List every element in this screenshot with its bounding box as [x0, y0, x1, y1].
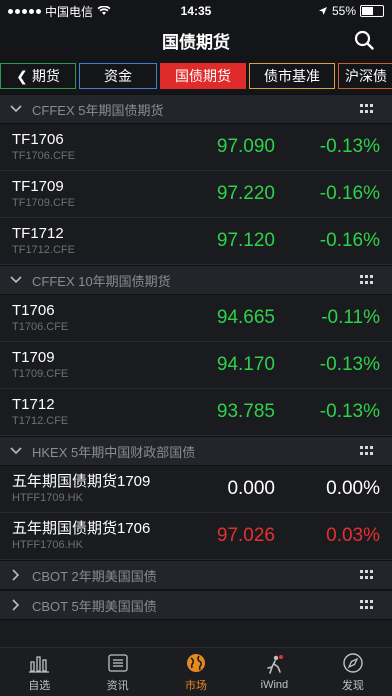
- quote-row[interactable]: T1706 T1706.CFE 94.665 -0.11%: [0, 295, 392, 342]
- section-header[interactable]: HKEX 5年期中国财政部国债: [0, 436, 392, 466]
- contract-code: TF1709.CFE: [12, 197, 75, 209]
- tabbar-item-iwind[interactable]: iWind: [235, 648, 313, 696]
- change-percent: -0.16%: [319, 230, 380, 251]
- contract-code: T1712.CFE: [12, 415, 69, 427]
- chevron-right-icon: [10, 599, 22, 611]
- contract-name: TF1712: [12, 225, 64, 242]
- quote-list: CFFEX 5年期国债期货 TF1706 TF1706.CFE 97.090 -0…: [0, 94, 392, 620]
- last-price: 0.000: [227, 478, 275, 499]
- tabbar-item-discover[interactable]: 发现: [314, 648, 392, 696]
- last-price: 94.170: [216, 354, 275, 375]
- quote-row[interactable]: T1712 T1712.CFE 93.785 -0.13%: [0, 389, 392, 436]
- battery-percent: 55%: [331, 4, 356, 18]
- last-price: 93.785: [216, 401, 275, 422]
- contract-code: T1706.CFE: [12, 321, 69, 333]
- nav-bar: 国债期货: [0, 22, 392, 58]
- section-header[interactable]: CBOT 2年期美国国债: [0, 560, 392, 590]
- change-percent: -0.13%: [319, 136, 380, 157]
- quote-row[interactable]: TF1706 TF1706.CFE 97.090 -0.13%: [0, 124, 392, 171]
- change-percent: -0.16%: [319, 183, 380, 204]
- quote-row[interactable]: TF1709 TF1709.CFE 97.220 -0.16%: [0, 171, 392, 218]
- contract-name: T1709: [12, 349, 55, 366]
- bottom-tab-bar: 自选 资讯 市场 iWind 发现: [0, 647, 392, 696]
- chevron-down-icon: [10, 445, 22, 457]
- section-title: HKEX 5年期中国财政部国债: [32, 444, 196, 460]
- section-title: CBOT 2年期美国国债: [32, 568, 157, 584]
- battery-icon: [360, 5, 384, 17]
- section-header[interactable]: CFFEX 5年期国债期货: [0, 94, 392, 124]
- contract-code: TF1706.CFE: [12, 150, 75, 162]
- quote-row[interactable]: 五年期国债期货1709 HTFF1709.HK 0.000 0.00%: [0, 466, 392, 513]
- grid-menu-icon[interactable]: [360, 275, 374, 285]
- grid-menu-icon[interactable]: [360, 446, 374, 456]
- section-header[interactable]: CFFEX 10年期国债期货: [0, 265, 392, 295]
- compass-icon: [343, 652, 363, 673]
- change-percent: -0.13%: [319, 401, 380, 422]
- quote-row[interactable]: 五年期国债期货1706 HTFF1706.HK 97.026 0.03%: [0, 513, 392, 560]
- contract-name: TF1709: [12, 178, 64, 195]
- change-percent: 0.03%: [326, 525, 380, 546]
- tab-treasury-futures[interactable]: 国债期货: [160, 63, 246, 89]
- chevron-left-icon: ❮: [16, 67, 28, 84]
- last-price: 97.090: [216, 136, 275, 157]
- contract-code: HTFF1709.HK: [12, 492, 83, 504]
- search-icon[interactable]: [354, 30, 374, 50]
- last-price: 94.665: [216, 307, 275, 328]
- chevron-down-icon: [10, 103, 22, 115]
- grid-menu-icon[interactable]: [360, 600, 374, 610]
- chart-bars-icon: [29, 655, 50, 673]
- section-title: CFFEX 10年期国债期货: [32, 273, 171, 289]
- tab-bond-benchmark[interactable]: 债市基准: [249, 63, 335, 89]
- news-list-icon: [107, 653, 128, 672]
- quote-row[interactable]: TF1712 TF1712.CFE 97.120 -0.16%: [0, 218, 392, 265]
- contract-code: T1709.CFE: [12, 368, 69, 380]
- change-percent: 0.00%: [326, 478, 380, 499]
- change-percent: -0.13%: [319, 354, 380, 375]
- contract-name: T1706: [12, 302, 55, 319]
- globe-icon: [187, 653, 206, 672]
- change-percent: -0.11%: [321, 307, 380, 328]
- tabbar-item-news[interactable]: 资讯: [78, 648, 156, 696]
- tabbar-item-market[interactable]: 市场: [157, 648, 235, 696]
- tab-funds[interactable]: 资金: [79, 63, 157, 89]
- contract-code: TF1712.CFE: [12, 244, 75, 256]
- contract-name: TF1706: [12, 131, 64, 148]
- section-title: CFFEX 5年期国债期货: [32, 102, 164, 118]
- quote-row[interactable]: T1709 T1709.CFE 94.170 -0.13%: [0, 342, 392, 389]
- last-price: 97.220: [216, 183, 275, 204]
- status-bar: 中国电信 14:35 55%: [0, 0, 392, 22]
- last-price: 97.120: [216, 230, 275, 251]
- chevron-right-icon: [10, 569, 22, 581]
- contract-name: 五年期国债期货1709: [12, 473, 151, 490]
- tabbar-item-watchlist[interactable]: 自选: [0, 648, 78, 696]
- tab-shanghai-shenzhen-bond[interactable]: 沪深债: [338, 63, 392, 89]
- contract-name: 五年期国债期货1706: [12, 520, 151, 537]
- grid-menu-icon[interactable]: [360, 570, 374, 580]
- section-title: CBOT 5年期美国国债: [32, 598, 157, 614]
- chevron-down-icon: [10, 274, 22, 286]
- wind-person-icon: [267, 654, 284, 674]
- contract-code: HTFF1706.HK: [12, 539, 83, 551]
- category-tabs: ❮ 期货 资金 国债期货 债市基准 沪深债: [0, 58, 392, 94]
- last-price: 97.026: [216, 525, 275, 546]
- contract-name: T1712: [12, 396, 55, 413]
- section-header[interactable]: CBOT 5年期美国国债: [0, 590, 392, 620]
- tab-futures[interactable]: ❮ 期货: [0, 63, 76, 89]
- page-title: 国债期货: [162, 32, 230, 52]
- grid-menu-icon[interactable]: [360, 104, 374, 114]
- location-arrow-icon: [318, 7, 327, 15]
